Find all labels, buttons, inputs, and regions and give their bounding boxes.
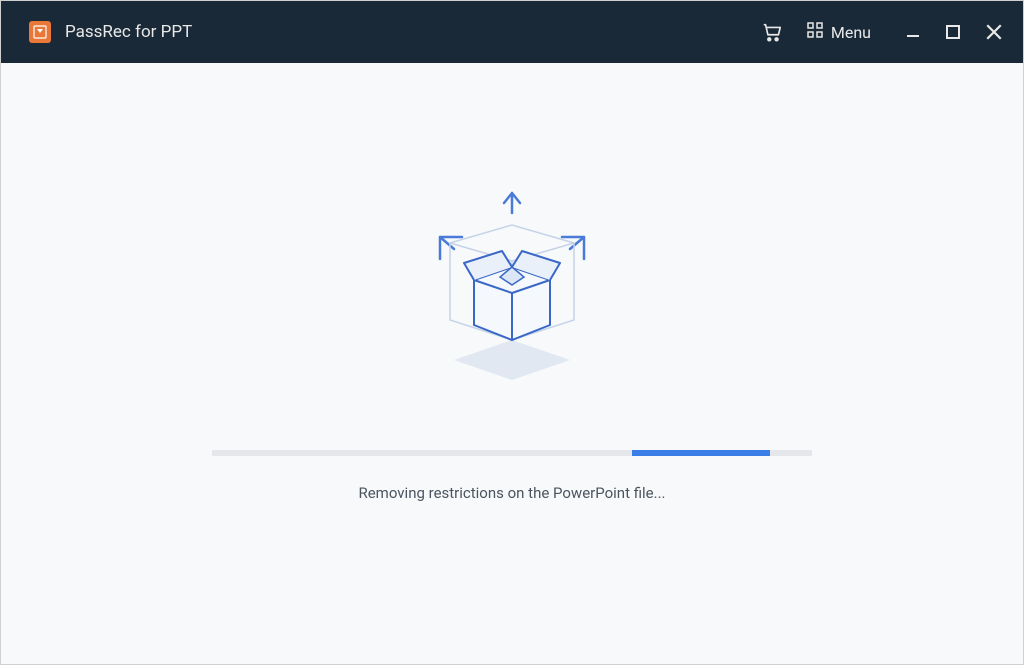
box-illustration bbox=[412, 185, 612, 410]
titlebar-controls: Menu bbox=[761, 21, 1003, 43]
close-button[interactable] bbox=[985, 23, 1003, 41]
maximize-button[interactable] bbox=[945, 24, 961, 40]
menu-grid-icon bbox=[807, 22, 823, 42]
menu-label: Menu bbox=[831, 23, 871, 42]
progress-fill bbox=[632, 450, 770, 456]
progress-bar bbox=[212, 450, 812, 456]
cart-icon[interactable] bbox=[761, 21, 783, 43]
app-title: PassRec for PPT bbox=[65, 22, 761, 42]
app-icon bbox=[29, 21, 51, 43]
menu-button[interactable]: Menu bbox=[807, 22, 871, 42]
titlebar: PassRec for PPT Menu bbox=[1, 1, 1023, 63]
status-text: Removing restrictions on the PowerPoint … bbox=[358, 484, 665, 502]
minimize-button[interactable] bbox=[905, 24, 921, 40]
main-content: Removing restrictions on the PowerPoint … bbox=[1, 63, 1023, 664]
